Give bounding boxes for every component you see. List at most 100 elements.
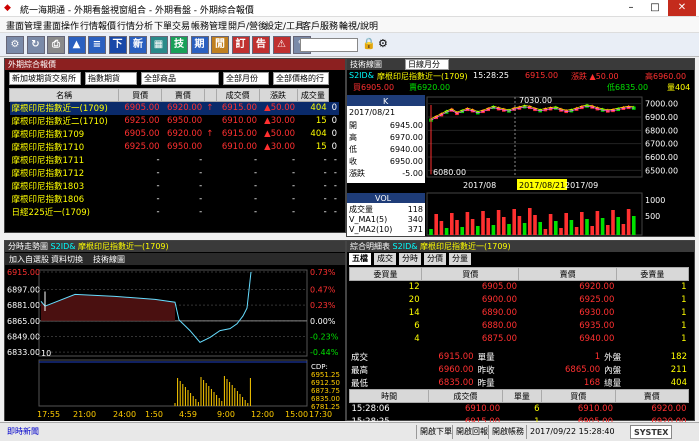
news-icon[interactable]: 新 xyxy=(129,36,147,54)
intraday-chart: 6915.00 0.73% 6897.00 0.47% 6881.00 0.23% 6865… xyxy=(5,266,345,421)
vol-bar xyxy=(434,214,438,235)
order-icon[interactable]: 下 xyxy=(108,36,127,54)
stats-cell: 6865.00 xyxy=(565,364,601,375)
vol-ylabel: 1000 xyxy=(645,196,665,205)
menu-item-7[interactable]: 設定/工具 xyxy=(265,19,304,32)
menu-item-3[interactable]: 行情分析 xyxy=(117,19,153,32)
print-icon[interactable]: ⎙ xyxy=(47,36,65,54)
vol-bar xyxy=(543,229,548,235)
gear-icon[interactable]: ⚙ xyxy=(6,36,24,54)
notice-icon[interactable]: 訂 xyxy=(231,36,250,54)
quote-arrow xyxy=(204,193,216,206)
ticks-header-2: 單量 xyxy=(501,389,543,403)
quote-name: 日經225近一(1709) xyxy=(11,208,91,218)
news-link[interactable]: 即時新聞 xyxy=(4,425,42,439)
detail-tab-1[interactable]: 成交 xyxy=(374,253,396,265)
minimize-icon[interactable]: – xyxy=(620,0,642,16)
quote-row[interactable]: 摩根印尼指數1712- - - - - - xyxy=(10,167,340,180)
tech-price: 6915.00 xyxy=(525,71,559,80)
stats-cell: 182 xyxy=(670,351,687,362)
open-account-button[interactable]: 開啟帳務 xyxy=(488,425,527,439)
rank-icon[interactable]: ≡ xyxy=(88,36,106,54)
intraday-tab-0[interactable]: 加入自選股 xyxy=(9,254,49,265)
k-annotation-low: 6080.00 xyxy=(433,168,466,177)
vol-bar xyxy=(517,216,522,235)
quote-row[interactable]: 摩根印尼指數1803- - - - - - xyxy=(10,180,340,193)
quote-bid: - xyxy=(156,155,160,165)
quote-row[interactable]: 摩根印尼指數1709 6905.00 6920.00 ↑ 6915.00 ▲50.00 40… xyxy=(10,128,340,141)
intra-pct: 0.00% xyxy=(310,317,336,326)
extra-select[interactable]: 全部價格的行 xyxy=(273,72,329,85)
search-input[interactable] xyxy=(300,38,358,52)
market-select[interactable]: 新加坡期貨交易所 xyxy=(9,72,81,85)
month-select[interactable]: 全部月份 xyxy=(223,72,269,85)
detail-tab-2[interactable]: 分時 xyxy=(399,253,421,265)
quote-bid: 6905.00 xyxy=(124,103,160,114)
gear-icon[interactable]: ⚙ xyxy=(378,37,388,50)
detail-tab-4[interactable]: 分量 xyxy=(449,253,471,265)
menu-item-0[interactable]: 畫面管理 xyxy=(6,19,42,32)
menu-item-4[interactable]: 下單交易 xyxy=(154,19,190,32)
open-order-button[interactable]: 開啟下單 xyxy=(416,425,455,439)
vol-bar xyxy=(502,217,506,235)
ask-price: 6935.00 xyxy=(579,321,615,331)
product-select[interactable]: 全部商品 xyxy=(141,72,219,85)
bid-price: 6900.00 xyxy=(481,295,517,305)
rise-icon[interactable]: ▲ xyxy=(67,36,86,54)
vol-bar xyxy=(496,210,501,235)
menu-item-6[interactable]: 開戶/營後 xyxy=(228,19,267,32)
maximize-icon[interactable]: □ xyxy=(644,0,666,16)
menu-item-2[interactable]: 行情報價 xyxy=(80,19,116,32)
tech-panel-title: 技術線圖 xyxy=(347,59,694,70)
menu-item-8[interactable]: 客戶服務 xyxy=(302,19,338,32)
quote-bid: - xyxy=(156,207,160,217)
chart-icon[interactable]: ▦ xyxy=(149,36,168,54)
tick-cell: 6 xyxy=(534,404,540,415)
lock-icon[interactable]: 🔒 xyxy=(362,37,376,50)
bid-price: 6905.00 xyxy=(481,282,517,293)
stats-cell: 168 xyxy=(583,377,601,388)
quote-row[interactable]: 摩根印尼指數近二(1710) 6925.00 6950.00 6910.00 ▲30.0… xyxy=(10,115,340,128)
detail-tab-0[interactable]: 五檔 xyxy=(349,253,371,265)
quote-arrow xyxy=(204,141,216,154)
stats-cell: 6960.00 xyxy=(438,364,474,375)
menu-item-5[interactable]: 帳務管理 xyxy=(191,19,227,32)
quote-last: - xyxy=(253,168,258,178)
quote-extra: - xyxy=(333,181,337,191)
intra-ylabel: 6849.00 xyxy=(7,332,40,341)
quote-extra: - xyxy=(333,155,337,165)
refresh-icon[interactable]: ↻ xyxy=(26,36,45,54)
brand-logo: SYSTEX xyxy=(630,425,673,439)
vol-bar xyxy=(460,227,464,235)
vol-bar xyxy=(491,225,496,235)
quote-icon[interactable]: 告 xyxy=(252,36,270,54)
intraday-tab-1[interactable]: 資料切換 xyxy=(51,254,83,265)
bid-qty: 20 xyxy=(408,295,420,305)
menu-item-1[interactable]: 畫面操作 xyxy=(43,19,79,32)
close-icon[interactable]: ✕ xyxy=(668,0,696,16)
type-select[interactable]: 指數期貨 xyxy=(85,72,137,85)
tech-icon[interactable]: 技 xyxy=(170,36,188,54)
menu-item-9[interactable]: 輪視/說明 xyxy=(339,19,378,32)
stats-row: 最低 6835.00 昨量 168 總量 404 xyxy=(349,376,689,389)
stats-cell: 單量 xyxy=(477,352,495,363)
k-ylabel: 7000.00 xyxy=(645,100,678,109)
quote-row[interactable]: 日經225近一(1709) - - - - - - xyxy=(10,206,340,219)
open-report-button[interactable]: 開啟回報 xyxy=(452,425,491,439)
quote-row[interactable]: 摩根印尼指數近一(1709) 6905.00 6920.00 ↑ 6915.00 ▲50.… xyxy=(9,101,339,115)
intraday-tab-2[interactable]: 技術線圖 xyxy=(93,254,125,265)
detail-tab-3[interactable]: 分價 xyxy=(424,253,446,265)
stats-cell: 最低 xyxy=(351,378,369,389)
warn-icon[interactable]: ⚠ xyxy=(272,36,291,54)
quote-bid: - xyxy=(156,181,160,191)
period-select[interactable]: 日線月分 xyxy=(405,59,449,70)
quote-change: - xyxy=(291,194,296,204)
ticks-header-0: 時間 xyxy=(348,389,430,403)
intra-xlabel: 24:00 xyxy=(113,410,136,419)
price-icon[interactable]: 閒 xyxy=(211,36,229,54)
quote-row[interactable]: 摩根印尼指數1806- - - - - - xyxy=(10,193,340,206)
quote-row[interactable]: 摩根印尼指數1710 6925.00 6950.00 6910.00 ▲30.00 15 0 xyxy=(10,141,340,154)
period-icon[interactable]: 期 xyxy=(190,36,209,54)
quote-row[interactable]: 摩根印尼指數1711- - - - - - xyxy=(10,154,340,167)
ask-price: 6930.00 xyxy=(579,308,615,318)
